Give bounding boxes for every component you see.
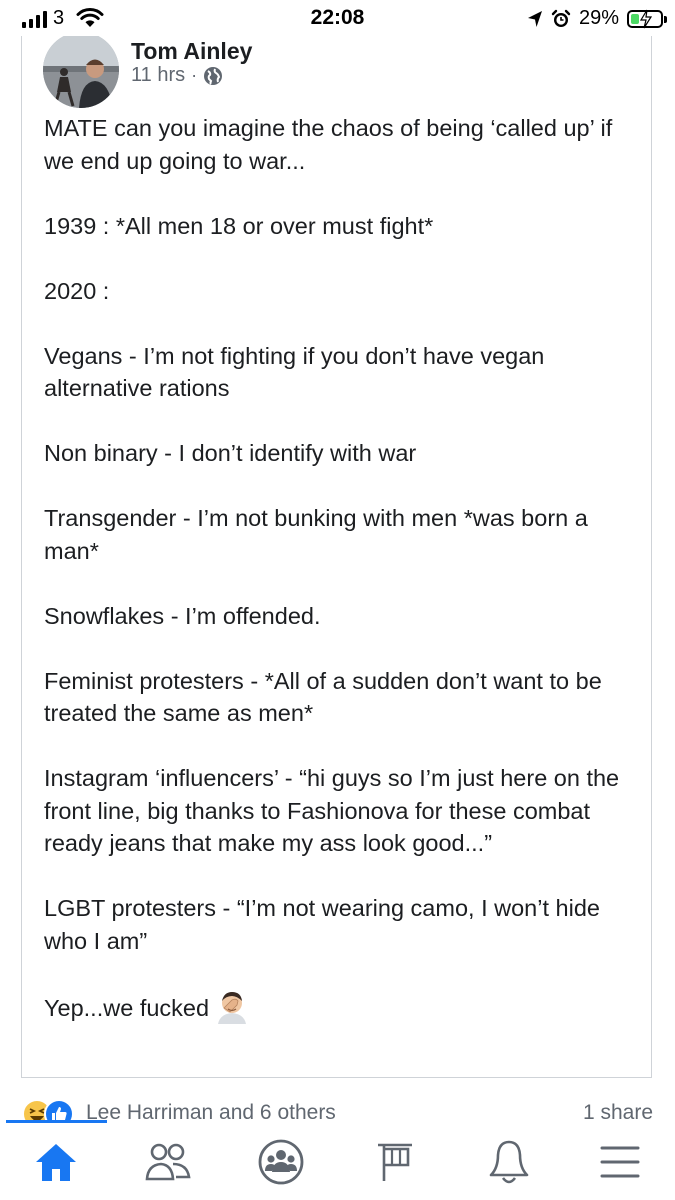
author-name[interactable]: Tom Ainley xyxy=(131,38,252,65)
battery-fill xyxy=(631,13,640,24)
post-paragraph: LGBT protesters - “I’m not wearing camo,… xyxy=(44,895,607,954)
man-facepalming-emoji xyxy=(218,991,247,1024)
post-paragraph: Vegans - I’m not fighting if you don’t h… xyxy=(44,342,551,402)
avatar-photo xyxy=(43,32,119,108)
battery-percent: 29% xyxy=(578,7,619,29)
nav-friends[interactable] xyxy=(143,1137,193,1187)
friends-icon xyxy=(145,1143,191,1181)
notifications-bell-icon xyxy=(489,1140,529,1184)
post-body: MATE can you imagine the chaos of being … xyxy=(44,112,644,1057)
post-paragraph: Snowflakes - I’m offended. xyxy=(44,602,321,629)
battery-nub xyxy=(664,15,667,23)
post-card: Tom Ainley 11 hrs · MATE can you imagine… xyxy=(21,32,652,1078)
nav-notifications[interactable] xyxy=(484,1137,534,1187)
facebook-app-screen: 3 22:08 29% Tom Ainley 11 hrs · MATE can… xyxy=(0,0,675,1200)
post-paragraph: Yep...we fucked xyxy=(44,994,210,1021)
post-paragraph: MATE can you imagine the chaos of being … xyxy=(44,115,619,174)
reaction-names[interactable]: Lee Harriman and 6 others xyxy=(86,1101,336,1125)
author-avatar[interactable] xyxy=(43,32,119,108)
home-icon xyxy=(36,1144,76,1181)
nav-home[interactable] xyxy=(31,1137,81,1187)
post-paragraph: Instagram ‘influencers’ - “hi guys so I’… xyxy=(44,765,626,856)
post-paragraph: Transgender - I’m not bunking with men *… xyxy=(44,505,595,564)
menu-icon xyxy=(600,1146,640,1178)
globe-icon xyxy=(204,66,223,85)
status-right: 29% xyxy=(527,7,667,30)
nav-menu[interactable] xyxy=(595,1137,645,1187)
post-timestamp[interactable]: 11 hrs xyxy=(131,64,185,87)
post-meta: 11 hrs · xyxy=(131,64,223,87)
location-icon xyxy=(527,10,542,27)
groups-icon xyxy=(258,1139,304,1185)
post-last-paragraph: Yep...we fucked xyxy=(44,990,644,1025)
post-paragraph: 1939 : *All men 18 or over must fight* xyxy=(44,212,434,239)
pages-flag-icon xyxy=(378,1143,412,1181)
bottom-nav xyxy=(0,1123,675,1200)
status-bar: 3 22:08 29% xyxy=(0,0,675,36)
battery-charging-icon xyxy=(627,9,667,28)
meta-separator: · xyxy=(191,65,198,85)
nav-pages[interactable] xyxy=(370,1137,420,1187)
post-paragraph: Feminist protesters - *All of a sudden d… xyxy=(44,667,609,727)
share-count[interactable]: 1 share xyxy=(583,1101,653,1125)
post-paragraph: Non binary - I don’t identify with war xyxy=(44,440,417,466)
bolt-icon xyxy=(639,9,653,28)
post-paragraph: 2020 : xyxy=(44,277,110,304)
nav-groups[interactable] xyxy=(256,1137,306,1187)
alarm-icon xyxy=(551,9,571,27)
